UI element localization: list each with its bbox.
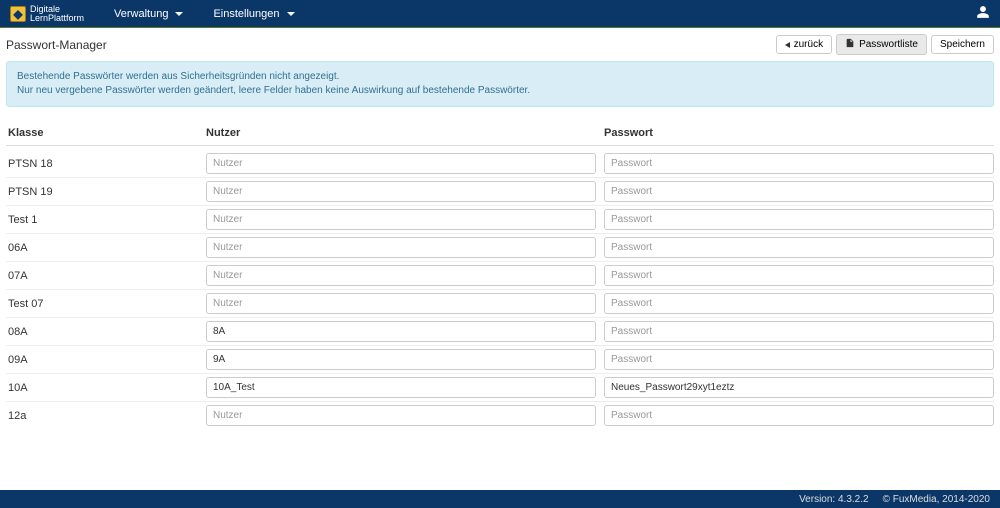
table-row: 10A — [6, 374, 994, 402]
password-table: Klasse Nutzer Passwort PTSN 18 PTSN 19 Tes… — [6, 127, 994, 429]
klasse-cell: 10A — [6, 382, 206, 394]
passwort-input[interactable] — [604, 181, 994, 202]
passwort-input[interactable] — [604, 265, 994, 286]
chevron-down-icon — [287, 12, 295, 16]
table-row: PTSN 19 — [6, 178, 994, 206]
table-row: 08A — [6, 318, 994, 346]
back-button-label: zurück — [794, 39, 823, 50]
arrow-left-icon — [785, 42, 790, 48]
info-alert: Bestehende Passwörter werden aus Sicherh… — [6, 61, 994, 107]
klasse-cell: Test 1 — [6, 214, 206, 226]
passwort-input[interactable] — [604, 377, 994, 398]
table-header-row: Klasse Nutzer Passwort — [6, 127, 994, 146]
nutzer-input[interactable] — [206, 237, 596, 258]
nutzer-input[interactable] — [206, 181, 596, 202]
passwortliste-button-label: Passwortliste — [859, 39, 918, 50]
user-menu[interactable] — [976, 5, 990, 22]
nav-verwaltung[interactable]: Verwaltung — [114, 8, 183, 20]
footer-bar: Version: 4.3.2.2 © FuxMedia, 2014-2020 — [0, 490, 1000, 508]
nutzer-input[interactable] — [206, 293, 596, 314]
table-row: PTSN 18 — [6, 150, 994, 178]
table-row: Test 07 — [6, 290, 994, 318]
passwortliste-button[interactable]: Passwortliste — [836, 34, 927, 55]
passwort-input[interactable] — [604, 321, 994, 342]
table-row: 09A — [6, 346, 994, 374]
nutzer-input[interactable] — [206, 209, 596, 230]
back-button[interactable]: zurück — [776, 35, 832, 54]
logo-icon: ◆ — [10, 6, 26, 22]
header-klasse: Klasse — [6, 127, 206, 139]
nutzer-input[interactable] — [206, 405, 596, 426]
nutzer-input[interactable] — [206, 349, 596, 370]
brand-text: DigitaleLernPlattform — [30, 5, 84, 23]
footer-copyright: © FuxMedia, 2014-2020 — [883, 494, 990, 505]
nav-einstellungen-label: Einstellungen — [213, 8, 279, 20]
nav-einstellungen[interactable]: Einstellungen — [213, 8, 294, 20]
top-navbar: ◆ DigitaleLernPlattform Verwaltung Einst… — [0, 0, 1000, 28]
table-row: Test 1 — [6, 206, 994, 234]
alert-line-1: Bestehende Passwörter werden aus Sicherh… — [17, 70, 983, 84]
passwort-input[interactable] — [604, 405, 994, 426]
table-row: 06A — [6, 234, 994, 262]
table-row: 12a — [6, 402, 994, 429]
save-button[interactable]: Speichern — [931, 35, 994, 54]
nutzer-input[interactable] — [206, 321, 596, 342]
nutzer-input[interactable] — [206, 265, 596, 286]
klasse-cell: 06A — [6, 242, 206, 254]
passwort-input[interactable] — [604, 153, 994, 174]
table-row: 07A — [6, 262, 994, 290]
nav-verwaltung-label: Verwaltung — [114, 8, 168, 20]
footer-version: Version: 4.3.2.2 — [799, 494, 869, 505]
page-body: Passwort-Manager zurück Passwortliste Sp… — [0, 28, 1000, 429]
title-row: Passwort-Manager zurück Passwortliste Sp… — [6, 34, 994, 55]
klasse-cell: 07A — [6, 270, 206, 282]
passwort-input[interactable] — [604, 209, 994, 230]
chevron-down-icon — [175, 12, 183, 16]
save-button-label: Speichern — [940, 39, 985, 50]
alert-line-2: Nur neu vergebene Passwörter werden geän… — [17, 84, 983, 98]
klasse-cell: Test 07 — [6, 298, 206, 310]
klasse-cell: 09A — [6, 354, 206, 366]
list-export-icon — [845, 38, 855, 51]
brand-logo[interactable]: ◆ DigitaleLernPlattform — [10, 5, 84, 23]
nutzer-input[interactable] — [206, 153, 596, 174]
passwort-input[interactable] — [604, 237, 994, 258]
passwort-input[interactable] — [604, 349, 994, 370]
klasse-cell: 12a — [6, 410, 206, 422]
page-title: Passwort-Manager — [6, 38, 772, 52]
klasse-cell: 08A — [6, 326, 206, 338]
nutzer-input[interactable] — [206, 377, 596, 398]
user-icon — [976, 5, 990, 19]
klasse-cell: PTSN 18 — [6, 158, 206, 170]
header-nutzer: Nutzer — [206, 127, 604, 139]
klasse-cell: PTSN 19 — [6, 186, 206, 198]
header-passwort: Passwort — [604, 127, 994, 139]
passwort-input[interactable] — [604, 293, 994, 314]
